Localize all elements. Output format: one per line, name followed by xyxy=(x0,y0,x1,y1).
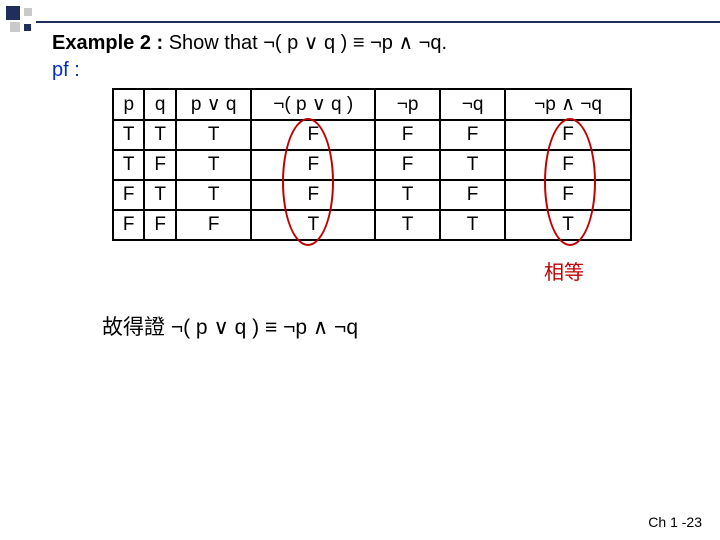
cell: F xyxy=(251,150,375,180)
title-expression: ¬( p ∨ q ) ≡ ¬p ∧ ¬q. xyxy=(263,32,447,54)
example-title: Example 2 : Show that ¬( p ∨ q ) ≡ ¬p ∧ … xyxy=(52,30,690,55)
cell: T xyxy=(144,180,175,210)
title-rest-a: Show that xyxy=(169,32,264,54)
cell: T xyxy=(375,210,440,240)
cell: F xyxy=(144,150,175,180)
cell: F xyxy=(251,120,375,150)
cell: T xyxy=(176,150,251,180)
th-nq: ¬q xyxy=(440,89,505,120)
cell: F xyxy=(440,120,505,150)
cell: T xyxy=(375,180,440,210)
page-footer: Ch 1 -23 xyxy=(648,514,702,530)
th-q: q xyxy=(144,89,175,120)
proof-label: pf : xyxy=(52,59,690,82)
equal-label: 相等 xyxy=(544,256,584,285)
th-np: ¬p xyxy=(375,89,440,120)
cell: T xyxy=(113,150,144,180)
cell: T xyxy=(440,150,505,180)
cell: F xyxy=(375,150,440,180)
table-row: F T T F T F F xyxy=(113,180,631,210)
cell: T xyxy=(176,120,251,150)
cell: F xyxy=(440,180,505,210)
th-npnq: ¬p ∧ ¬q xyxy=(505,89,631,120)
truth-table-wrap: p q p ∨ q ¬( p ∨ q ) ¬p ¬q ¬p ∧ ¬q T T T… xyxy=(112,88,632,241)
cell: T xyxy=(144,120,175,150)
truth-table: p q p ∨ q ¬( p ∨ q ) ¬p ¬q ¬p ∧ ¬q T T T… xyxy=(112,88,632,241)
cell: T xyxy=(113,120,144,150)
header-rule xyxy=(36,21,720,23)
cell: F xyxy=(505,180,631,210)
cell: F xyxy=(113,210,144,240)
th-p: p xyxy=(113,89,144,120)
cell: T xyxy=(251,210,375,240)
cell: T xyxy=(440,210,505,240)
cell: F xyxy=(251,180,375,210)
cell: F xyxy=(375,120,440,150)
th-npvq: ¬( p ∨ q ) xyxy=(251,89,375,120)
cell: T xyxy=(176,180,251,210)
cell: F xyxy=(505,150,631,180)
table-row: T T T F F F F xyxy=(113,120,631,150)
cell: F xyxy=(505,120,631,150)
cell: T xyxy=(505,210,631,240)
title-lead: Example 2 : xyxy=(52,32,169,54)
table-row: T F T F F T F xyxy=(113,150,631,180)
cell: F xyxy=(113,180,144,210)
conclusion-text: 故得證 ¬( p ∨ q ) ≡ ¬p ∧ ¬q xyxy=(102,311,690,341)
table-row: F F F T T T T xyxy=(113,210,631,240)
table-header-row: p q p ∨ q ¬( p ∨ q ) ¬p ¬q ¬p ∧ ¬q xyxy=(113,89,631,120)
th-pvq: p ∨ q xyxy=(176,89,251,120)
cell: F xyxy=(176,210,251,240)
cell: F xyxy=(144,210,175,240)
